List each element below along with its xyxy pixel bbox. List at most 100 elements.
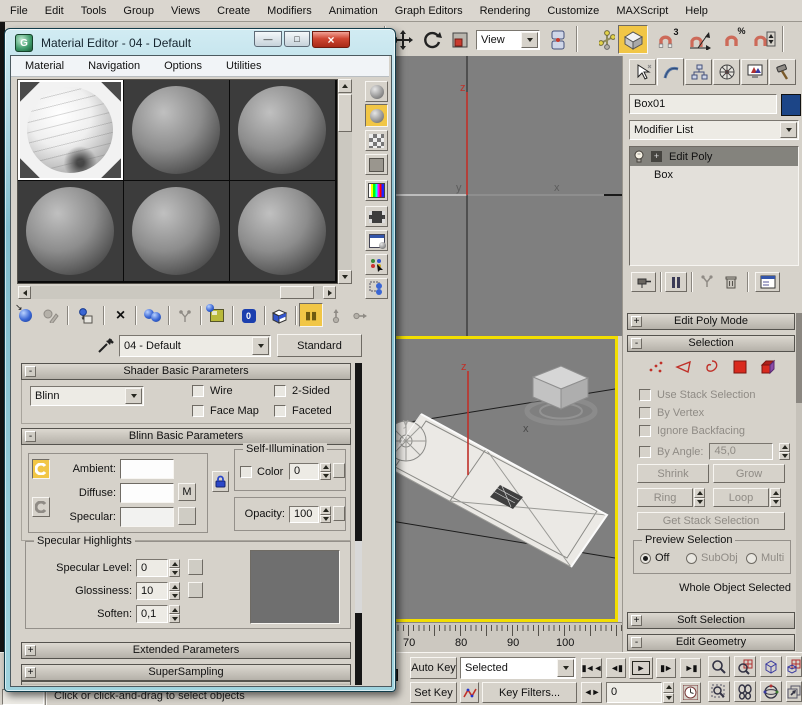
material-map-navigator-button[interactable] [365,278,388,299]
tab-modify-active[interactable] [657,58,684,86]
selection-set-dropdown[interactable]: Selected [460,657,576,679]
show-end-result-stack-button[interactable] [665,272,687,292]
collapse-icon[interactable]: - [631,637,642,648]
rollout-scrollbar[interactable] [355,363,362,685]
get-material-button[interactable]: ↘ [14,304,37,327]
expand-icon[interactable]: + [25,645,36,656]
glossiness-map-button[interactable] [188,582,203,598]
background-button[interactable] [365,130,388,151]
sample-slot[interactable] [124,80,229,180]
viewport-perspective-active[interactable]: z y x [382,336,618,622]
object-color-swatch[interactable] [781,94,801,116]
key-mode-toggle-button[interactable]: ◄► [581,682,602,703]
menu-edit[interactable]: Edit [43,5,66,17]
go-to-start-button[interactable]: ▮◄◄ [581,658,602,678]
self-illum-spinner[interactable] [320,463,331,480]
remove-modifier-button[interactable] [720,272,742,292]
shrink-button[interactable]: Shrink [637,464,709,483]
get-stack-selection-button[interactable]: Get Stack Selection [637,512,785,530]
by-angle-checkbox[interactable] [639,446,651,458]
dropdown-arrow-icon[interactable] [557,659,574,677]
wire-checkbox[interactable] [192,385,204,397]
grow-button[interactable]: Grow [713,464,785,483]
off-radio[interactable] [640,553,651,564]
expand-icon[interactable]: + [25,667,36,678]
subobj-radio[interactable] [686,553,697,564]
rollout-extended-parameters[interactable]: +Extended Parameters [21,642,351,659]
pan-button[interactable] [734,681,756,702]
collapse-icon[interactable]: - [631,338,642,349]
subobject-vertex-button[interactable] [645,357,667,377]
key-filters-button[interactable]: Key Filters... [482,682,577,703]
me-menu-options[interactable]: Options [164,60,202,72]
scroll-thumb[interactable] [338,94,352,132]
faceted-option[interactable]: Faceted [274,405,332,417]
menu-create[interactable]: Create [215,5,252,17]
by-angle-spinner[interactable] [779,443,790,460]
minimize-button[interactable]: — [254,31,282,47]
expand-icon[interactable]: + [631,615,642,626]
face-map-option[interactable]: Face Map [192,405,259,417]
sample-type-button[interactable] [365,81,388,102]
specular-level-field[interactable]: 0 [136,559,168,577]
me-menu-material[interactable]: Material [25,60,64,72]
multi-radio[interactable] [746,553,757,564]
select-and-rotate-button[interactable] [419,27,444,52]
shader-type-dropdown[interactable]: Blinn [30,386,144,406]
scrollbar-thumb[interactable] [796,313,802,403]
sample-uv-tiling-button[interactable] [365,154,388,175]
dropdown-arrow-icon[interactable] [521,32,538,48]
tab-utilities[interactable] [769,59,796,85]
put-to-library-button[interactable] [205,304,228,327]
self-illum-map-button[interactable] [333,463,345,478]
rollout-selection[interactable]: -Selection [627,335,795,352]
zoom-extents-button[interactable] [760,656,782,677]
diffuse-color-swatch[interactable] [120,483,174,503]
current-frame-field[interactable]: 0 [606,682,662,703]
visibility-bulb-icon[interactable] [633,150,645,164]
put-material-to-scene-button[interactable] [39,304,62,327]
go-to-end-button[interactable]: ►▮ [680,658,701,678]
assign-material-button[interactable] [74,304,97,327]
material-type-button[interactable]: Standard [277,334,362,357]
use-pivot-point-center-button[interactable] [546,27,570,52]
set-key-button[interactable]: Set Key [410,682,457,703]
soften-field[interactable]: 0,1 [136,605,168,623]
zoom-extents-all-button[interactable] [786,656,802,677]
scroll-right-button[interactable] [323,286,336,299]
two-sided-checkbox[interactable] [274,385,286,397]
make-unique-material-button[interactable] [173,304,196,327]
ignore-backfacing-checkbox[interactable] [639,425,651,437]
expand-icon[interactable]: + [631,316,642,327]
zoom-button[interactable] [708,656,730,677]
rollout-supersampling[interactable]: +SuperSampling [21,664,351,681]
maximize-viewport-toggle-button[interactable] [786,681,802,702]
go-to-parent-button[interactable] [325,304,347,327]
sample-vscrollbar[interactable] [338,79,352,284]
angle-snap-toggle-button[interactable] [684,28,714,52]
wire-option[interactable]: Wire [192,385,233,397]
rollout-soft-selection[interactable]: +Soft Selection [627,612,795,629]
scroll-thumb[interactable] [280,286,314,299]
auto-key-button[interactable]: Auto Key [410,657,457,679]
self-illum-color-checkbox[interactable] [240,466,252,478]
scrollbar-thumb[interactable] [355,541,362,613]
play-button[interactable]: ► [629,657,653,679]
menu-group[interactable]: Group [121,5,156,17]
tab-motion[interactable] [713,59,740,85]
loop-button[interactable]: Loop [713,488,769,507]
select-and-manipulate-button[interactable] [598,27,616,52]
ring-spinner[interactable] [694,488,705,507]
two-sided-option[interactable]: 2-Sided [274,385,330,397]
glossiness-spinner[interactable] [169,582,180,600]
subobject-border-button[interactable] [701,357,723,377]
close-button[interactable]: × [312,31,350,48]
scroll-left-button[interactable] [18,286,31,299]
opacity-spinner[interactable] [320,506,331,523]
reference-coordinate-dropdown[interactable]: View [476,30,540,50]
specular-map-button[interactable] [178,507,196,525]
tab-hierarchy[interactable] [685,59,712,85]
pick-material-from-object-button[interactable] [93,335,117,356]
specular-color-swatch[interactable] [120,507,174,527]
sample-slot[interactable] [18,181,123,281]
